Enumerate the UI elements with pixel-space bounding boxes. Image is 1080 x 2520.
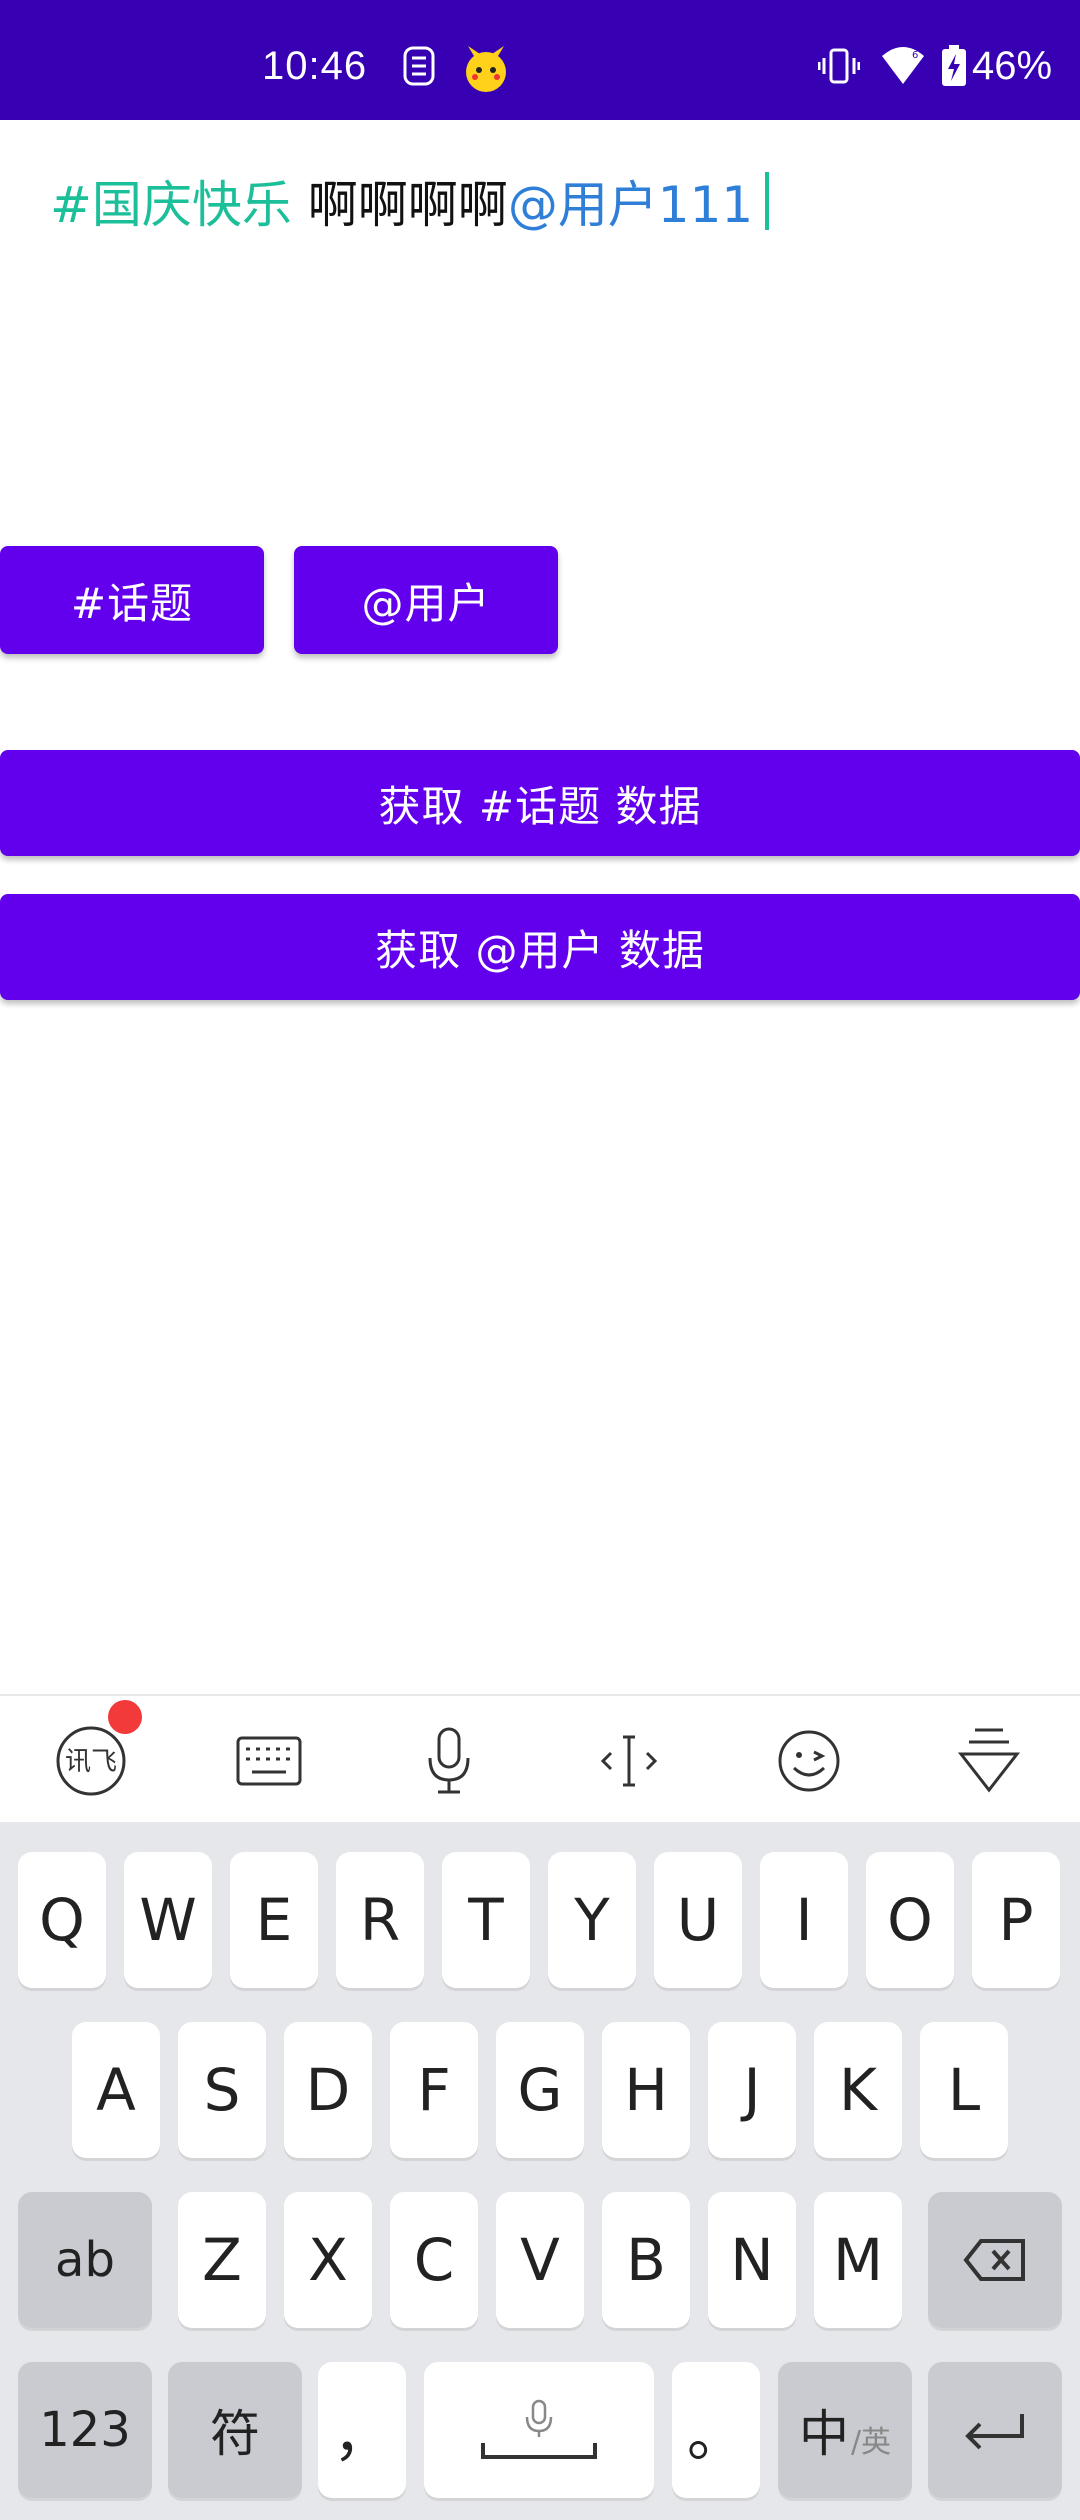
key-h[interactable]: H [602,2022,690,2158]
s-notification-icon [402,44,436,92]
key-c[interactable]: C [390,2192,478,2328]
comma-key[interactable]: ， [318,2362,406,2498]
key-t[interactable]: T [442,1852,530,1988]
vibrate-icon [817,44,861,92]
insert-user-button[interactable]: @用户 [294,546,558,654]
key-y[interactable]: Y [548,1852,636,1988]
key-i[interactable]: I [760,1852,848,1988]
key-e[interactable]: E [230,1852,318,1988]
lang-sub-label: /英 [850,2425,892,2460]
status-bar: 10:46 6 46% [0,0,1080,120]
key-p[interactable]: P [972,1852,1060,1988]
get-user-data-button[interactable]: 获取 @用户 数据 [0,894,1080,1000]
key-z[interactable]: Z [178,2192,266,2328]
key-f[interactable]: F [390,2022,478,2158]
space-key[interactable] [424,2362,654,2498]
numbers-key[interactable]: 123 [18,2362,152,2498]
key-b[interactable]: B [602,2192,690,2328]
hide-keyboard-icon[interactable] [946,1718,1032,1804]
notification-dot [108,1700,142,1734]
space-bar-icon [481,2443,597,2459]
key-x[interactable]: X [284,2192,372,2328]
rich-text-editor[interactable]: #国庆快乐 啊啊啊啊@用户111 [50,170,770,240]
mention-tag: @用户111 [507,176,754,234]
keyboard-icon[interactable] [226,1718,312,1804]
cursor-move-icon[interactable] [586,1718,672,1804]
text-caret [765,172,770,230]
status-time: 10:46 [262,44,368,88]
svg-text:6: 6 [912,50,918,61]
key-u[interactable]: U [654,1852,742,1988]
key-n[interactable]: N [708,2192,796,2328]
space-mic-icon [525,2399,553,2437]
battery-percent: 46% [972,44,1053,88]
topic-tag: #国庆快乐 [50,176,292,234]
period-key[interactable]: 。 [672,2362,760,2498]
key-r[interactable]: R [336,1852,424,1988]
battery-charging-icon [940,44,968,92]
key-a[interactable]: A [72,2022,160,2158]
soft-keyboard: Q W E R T Y U I O P A S D F G H J K L ab… [0,1822,1080,2520]
backspace-key[interactable] [928,2192,1062,2328]
key-g[interactable]: G [496,2022,584,2158]
wifi-icon: 6 [880,44,926,92]
key-v[interactable]: V [496,2192,584,2328]
enter-key[interactable] [928,2362,1062,2498]
key-s[interactable]: S [178,2022,266,2158]
key-j[interactable]: J [708,2022,796,2158]
editor-plain-text: 啊啊啊啊 [291,176,508,234]
key-m[interactable]: M [814,2192,902,2328]
insert-topic-button[interactable]: #话题 [0,546,264,654]
symbols-key[interactable]: 符 [168,2362,302,2498]
key-k[interactable]: K [814,2022,902,2158]
enter-icon [965,2414,1024,2450]
keyboard-toolbar: 讯飞 [0,1694,1080,1822]
key-q[interactable]: Q [18,1852,106,1988]
get-topic-data-button[interactable]: 获取 #话题 数据 [0,750,1080,856]
pikachu-app-icon [460,46,512,98]
key-l[interactable]: L [920,2022,1008,2158]
language-switch-key[interactable]: 中/英 [778,2362,912,2498]
svg-text:讯飞: 讯飞 [65,1747,117,1777]
key-d[interactable]: D [284,2022,372,2158]
key-w[interactable]: W [124,1852,212,1988]
shift-key[interactable]: ab [18,2192,152,2328]
microphone-icon[interactable] [406,1718,492,1804]
backspace-icon [963,2239,1025,2281]
lang-main-label: 中 [798,2405,849,2463]
emoji-icon[interactable] [766,1718,852,1804]
key-o[interactable]: O [866,1852,954,1988]
